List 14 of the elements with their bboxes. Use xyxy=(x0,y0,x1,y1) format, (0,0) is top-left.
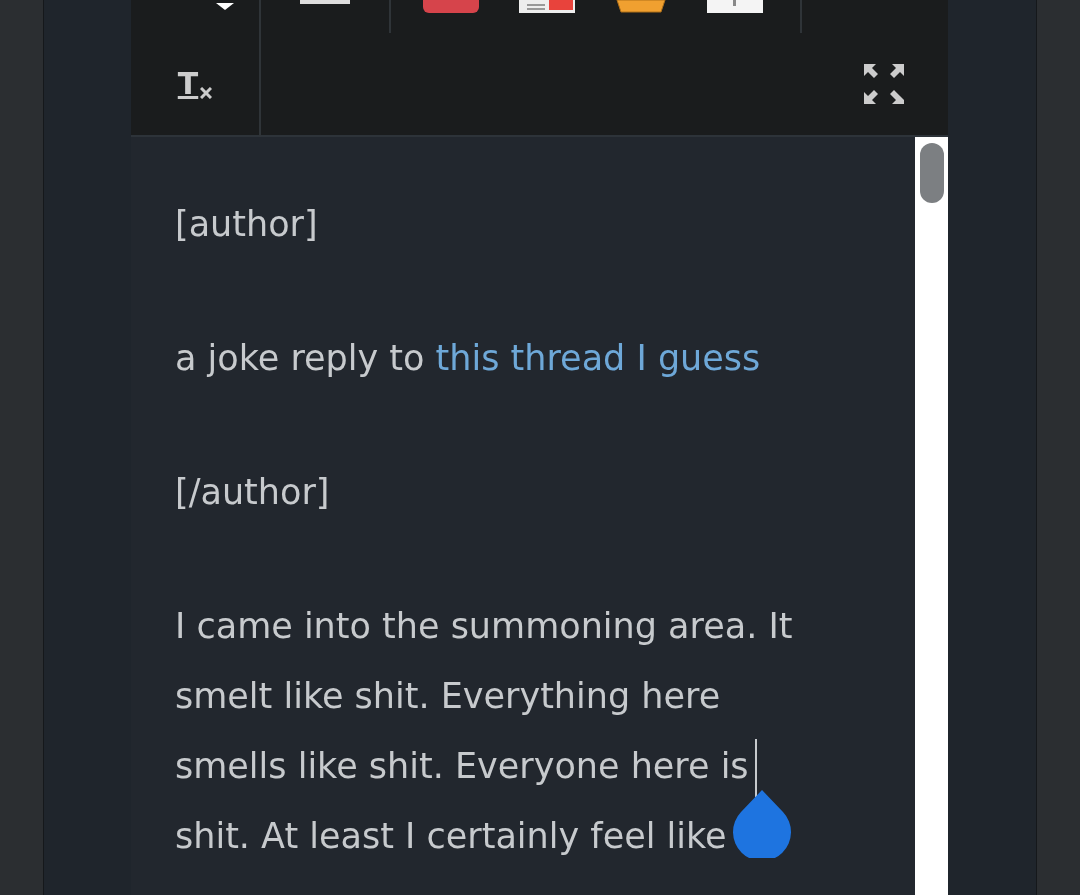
cross-icon xyxy=(200,87,213,99)
scrollbar[interactable] xyxy=(915,137,948,895)
paragraph: [/author] xyxy=(175,471,331,514)
image-icon[interactable] xyxy=(707,0,763,13)
selection-handle[interactable] xyxy=(732,788,791,858)
scroll-thumb[interactable] xyxy=(919,143,944,203)
caret-down-icon[interactable] xyxy=(216,0,234,10)
paragraph: [author] xyxy=(175,203,319,246)
fullscreen-icon[interactable] xyxy=(864,64,904,104)
thread-link[interactable]: this thread I guess xyxy=(435,338,761,378)
paragraph: a joke reply to this thread I guess xyxy=(175,337,762,380)
clear-format-button[interactable]: T xyxy=(177,69,199,99)
paragraph: I came into the summoning area. It smelt like shit. Everything here smells like shit. Everyone here is shit. At least I certainly feel like xyxy=(175,605,794,860)
image-icon[interactable] xyxy=(519,0,575,13)
